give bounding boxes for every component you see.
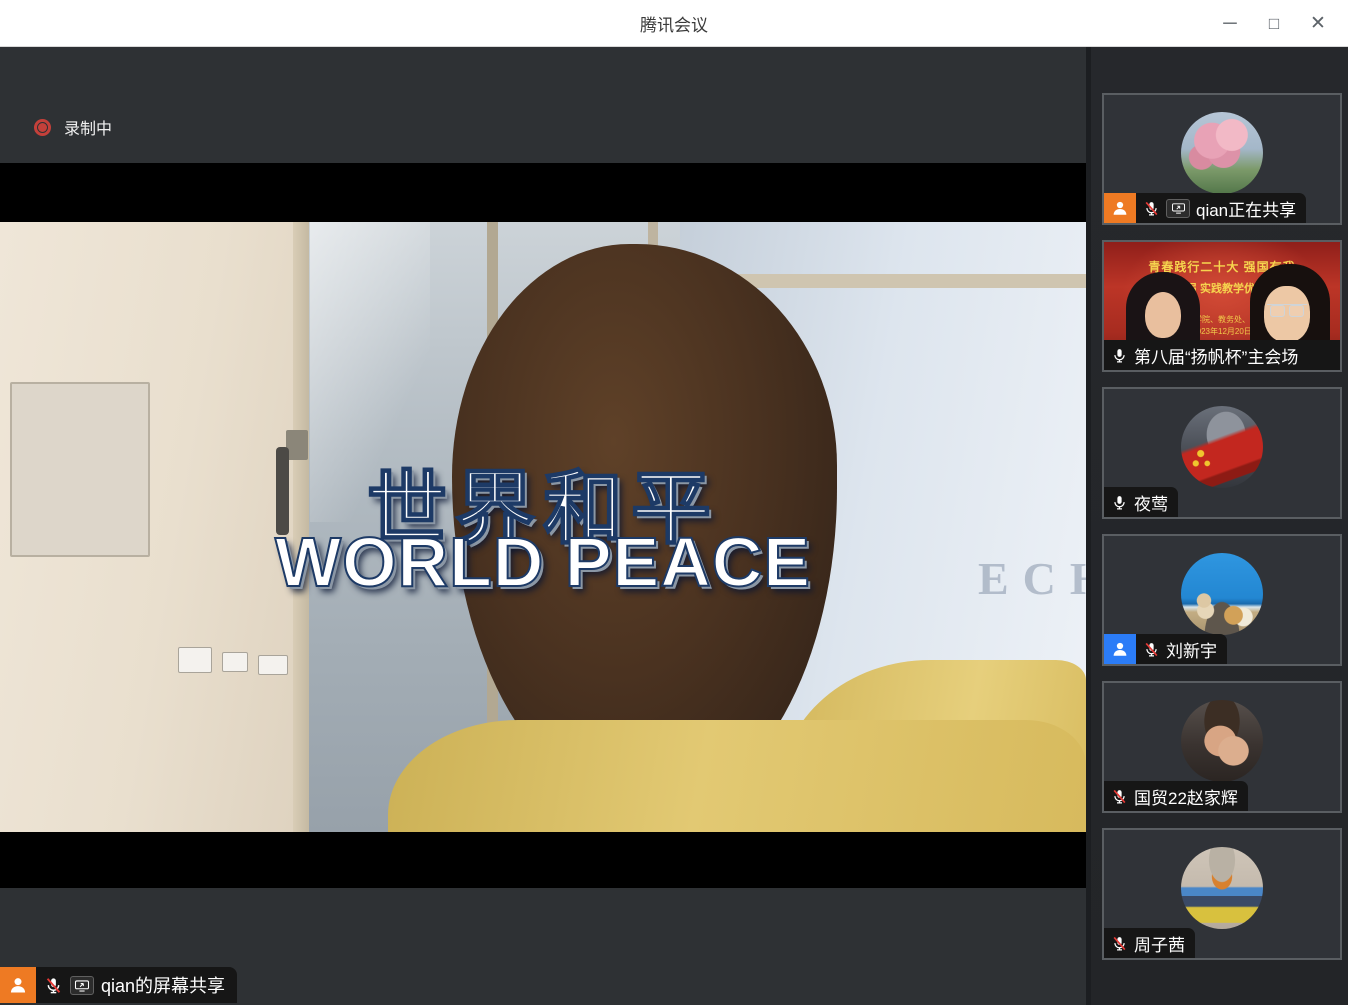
participant-name: 第八届“扬帆杯”主会场 xyxy=(1134,343,1298,368)
participant-tile-main-venue[interactable]: 青春践行二十大 强国有我 第八届 实践教学优 大赛 克思主义学院、教务处、学生处… xyxy=(1102,240,1342,372)
recording-indicator[interactable]: 录制中 xyxy=(34,115,112,139)
participant-tile-yeying[interactable]: 夜莺 xyxy=(1102,387,1342,519)
avatar-red-flag-figure xyxy=(1181,406,1263,488)
participant-name: 周子茜 xyxy=(1134,931,1185,956)
mic-on-icon xyxy=(1111,494,1128,511)
host-badge-icon xyxy=(1104,193,1136,223)
participant-name: 国贸22赵家辉 xyxy=(1134,784,1238,809)
participant-tile-zhouziqian[interactable]: 周子茜 xyxy=(1102,828,1342,960)
window-title: 腾讯会议 xyxy=(640,11,708,36)
participants-sidebar: qian正在共享 青春践行二十大 强国有我 第八届 实践教学优 大赛 克思主义学… xyxy=(1086,47,1348,1005)
participant-label: qian正在共享 xyxy=(1104,193,1306,223)
shared-screen-stage: 录制中 ECH 世界和平 xyxy=(0,47,1086,1005)
cohost-badge-icon xyxy=(1104,634,1136,664)
participant-label: 第八届“扬帆杯”主会场 xyxy=(1104,340,1340,370)
mic-muted-icon xyxy=(1143,200,1160,217)
mic-muted-icon xyxy=(1143,641,1160,658)
participant-tile-liuxinyu[interactable]: 刘新宇 xyxy=(1102,534,1342,666)
mic-muted-icon xyxy=(44,976,63,995)
recording-icon xyxy=(34,119,51,136)
screen-share-icon xyxy=(1166,199,1190,218)
avatar-portrait-man xyxy=(1181,700,1263,782)
scene-yellow-hoodie xyxy=(388,720,1086,832)
participant-name: 夜莺 xyxy=(1134,490,1168,515)
mic-muted-icon xyxy=(1111,788,1128,805)
shared-video-content: ECH 世界和平 WORLD PEACE xyxy=(0,222,1086,832)
presenter-label: qian的屏幕共享 xyxy=(0,967,237,1003)
participant-tile-zhaojiahui[interactable]: 国贸22赵家辉 xyxy=(1102,681,1342,813)
video-caption-en: WORLD PEACE xyxy=(0,522,1086,602)
scene-wall-box xyxy=(258,655,288,675)
tencent-meeting-window: 腾讯会议 ─ □ ✕ 录制中 xyxy=(0,0,1348,1005)
participant-name: 刘新宇 xyxy=(1166,637,1217,662)
participant-tile-qian[interactable]: qian正在共享 xyxy=(1102,93,1342,225)
speaker-right-glasses xyxy=(1267,304,1307,317)
minimize-button[interactable]: ─ xyxy=(1208,0,1252,47)
maximize-button[interactable]: □ xyxy=(1252,0,1296,47)
mic-on-icon xyxy=(1111,347,1128,364)
avatar-cats-seaside xyxy=(1181,553,1263,635)
presenter-name: qian的屏幕共享 xyxy=(101,972,225,998)
mic-muted-icon xyxy=(1111,935,1128,952)
scene-wall-box xyxy=(178,647,212,673)
recording-label: 录制中 xyxy=(64,115,112,139)
participant-label: 周子茜 xyxy=(1104,928,1195,958)
avatar-crochet-doll xyxy=(1181,847,1263,929)
scene-wall-box xyxy=(222,652,248,672)
shared-video-frame: ECH 世界和平 WORLD PEACE xyxy=(0,163,1086,888)
window-controls: ─ □ ✕ xyxy=(1208,0,1340,47)
speaker-left-face xyxy=(1145,292,1181,338)
titlebar: 腾讯会议 ─ □ ✕ xyxy=(0,0,1348,47)
screen-share-icon xyxy=(70,976,94,995)
close-button[interactable]: ✕ xyxy=(1296,0,1340,47)
participant-label: 夜莺 xyxy=(1104,487,1178,517)
participant-label: 国贸22赵家辉 xyxy=(1104,781,1248,811)
participant-name: qian正在共享 xyxy=(1196,196,1296,221)
host-badge-icon xyxy=(0,967,36,1003)
avatar-cherry-blossom xyxy=(1181,112,1263,194)
participant-label: 刘新宇 xyxy=(1104,634,1227,664)
